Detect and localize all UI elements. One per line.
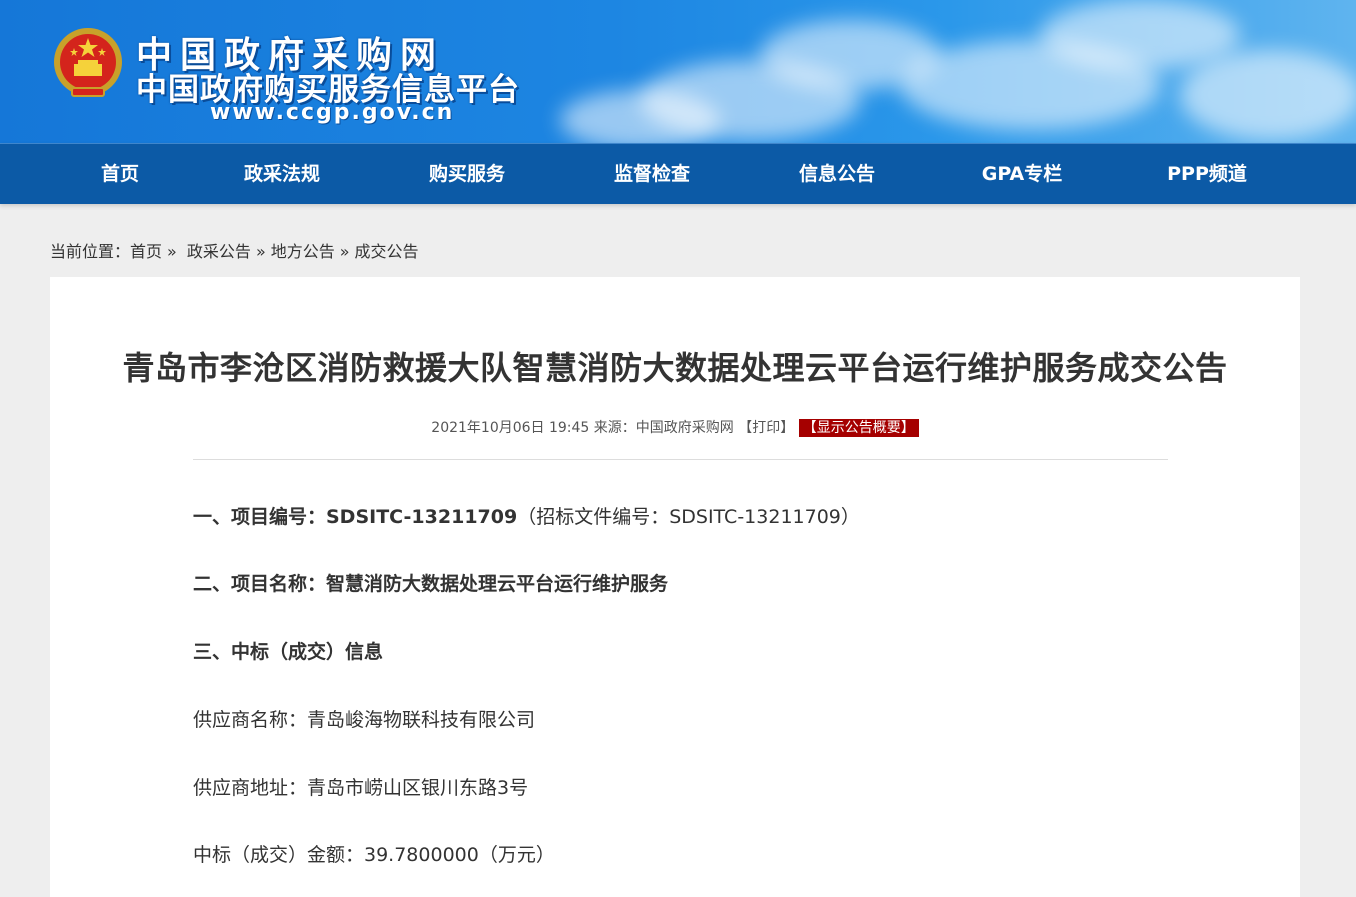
nav-item-supervision[interactable]: 监督检查 — [582, 144, 722, 204]
nav-item-ppp[interactable]: PPP频道 — [1137, 144, 1277, 204]
site-header: 中国政府采购网 中国政府购买服务信息平台 www.ccgp.gov.cn — [0, 0, 1356, 143]
breadcrumb: 当前位置：首页» 政采公告» 地方公告» 成交公告 — [50, 238, 419, 262]
source-label: 来源： — [593, 420, 636, 436]
divider — [193, 459, 1168, 460]
breadcrumb-home[interactable]: 首页 — [130, 242, 162, 261]
main-nav: 首页 政采法规 购买服务 监督检查 信息公告 GPA专栏 PPP频道 — [0, 143, 1356, 204]
supplier-address: 供应商地址：青岛市崂山区银川东路3号 — [193, 777, 529, 799]
breadcrumb-separator: » — [339, 242, 350, 261]
nav-item-announcements[interactable]: 信息公告 — [767, 144, 907, 204]
breadcrumb-procurement-notices[interactable]: 政采公告 — [187, 242, 251, 261]
nav-item-gpa[interactable]: GPA专栏 — [952, 144, 1092, 204]
national-emblem-icon — [54, 28, 122, 97]
print-link[interactable]: 【打印】 — [738, 420, 794, 436]
project-name: 二、项目名称：智慧消防大数据处理云平台运行维护服务 — [193, 573, 669, 595]
article-title: 青岛市李沧区消防救援大队智慧消防大数据处理云平台运行维护服务成交公告 — [122, 349, 1228, 387]
show-summary-button[interactable]: 【显示公告概要】 — [798, 419, 919, 437]
brand-url: www.ccgp.gov.cn — [210, 100, 455, 125]
project-number: 一、项目编号：SDSITC-13211709（招标文件编号：SDSITC-132… — [193, 506, 860, 528]
breadcrumb-deal-notices[interactable]: 成交公告 — [355, 242, 419, 261]
award-amount: 中标（成交）金额：39.7800000（万元） — [193, 844, 555, 866]
breadcrumb-separator: » — [255, 242, 266, 261]
nav-item-purchase-services[interactable]: 购买服务 — [397, 144, 537, 204]
award-info-heading: 三、中标（成交）信息 — [193, 641, 384, 663]
supplier-name: 供应商名称：青岛峻海物联科技有限公司 — [193, 709, 536, 731]
breadcrumb-separator: » — [167, 242, 177, 261]
breadcrumb-prefix: 当前位置： — [50, 242, 131, 261]
article-panel: 青岛市李沧区消防救援大队智慧消防大数据处理云平台运行维护服务成交公告 2021年… — [50, 277, 1300, 897]
article-meta: 2021年10月06日 19:45 来源：中国政府采购网 【打印】 【显示公告概… — [50, 417, 1300, 437]
source-name: 中国政府采购网 — [635, 420, 734, 436]
nav-item-regulations[interactable]: 政采法规 — [212, 144, 352, 204]
publish-datetime: 2021年10月06日 19:45 — [431, 420, 590, 436]
breadcrumb-local-notices[interactable]: 地方公告 — [271, 242, 335, 261]
nav-item-home[interactable]: 首页 — [50, 144, 190, 204]
